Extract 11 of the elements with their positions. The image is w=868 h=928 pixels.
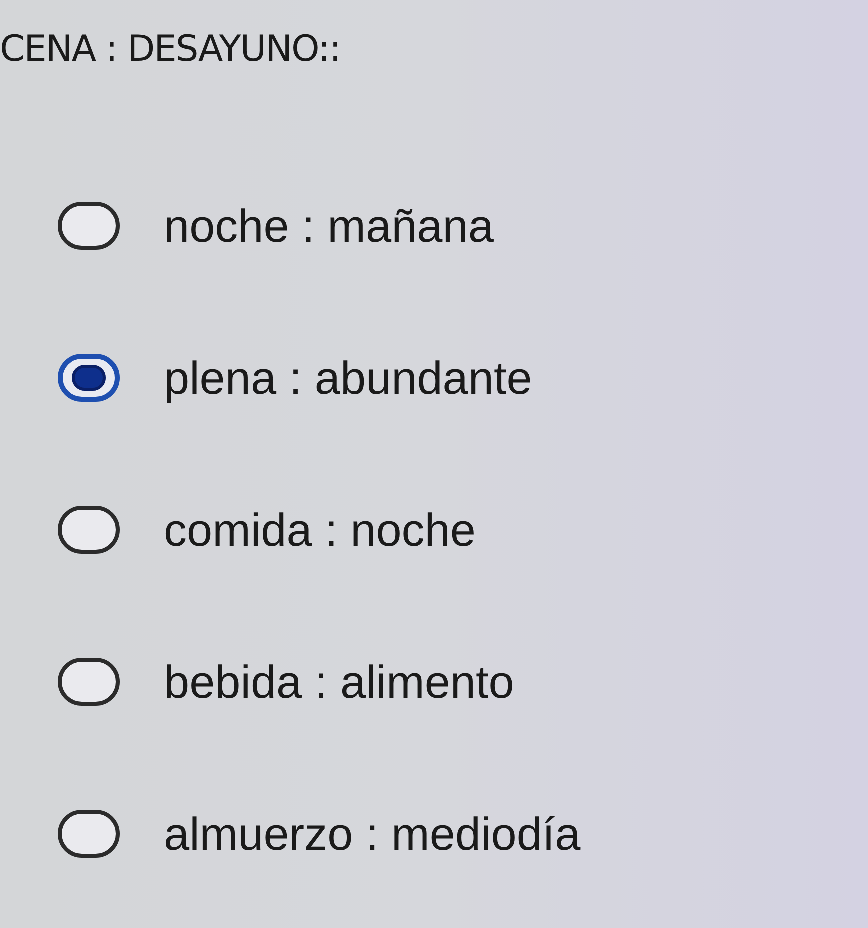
radio-button[interactable] bbox=[58, 810, 120, 858]
option-label: plena : abundante bbox=[164, 354, 532, 402]
radio-button[interactable] bbox=[58, 506, 120, 554]
question-text: CENA : DESAYUNO:: bbox=[0, 28, 341, 72]
radio-button[interactable] bbox=[58, 354, 120, 402]
option-label: almuerzo : mediodía bbox=[164, 810, 581, 858]
radio-button[interactable] bbox=[58, 202, 120, 250]
option-label: comida : noche bbox=[164, 506, 476, 554]
option-label: bebida : alimento bbox=[164, 658, 514, 706]
option-label: noche : mañana bbox=[164, 202, 494, 250]
radio-button[interactable] bbox=[58, 658, 120, 706]
